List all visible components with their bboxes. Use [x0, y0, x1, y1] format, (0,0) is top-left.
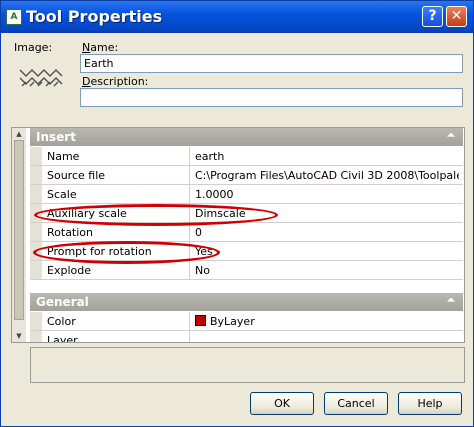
property-row-scale[interactable]: Scale 1.0000 — [30, 185, 463, 204]
color-value: ByLayer — [210, 315, 255, 328]
name-input[interactable]: Earth — [80, 54, 463, 73]
property-value[interactable]: ByLayer — [195, 315, 459, 328]
row-gutter — [30, 312, 42, 330]
section-title: General — [36, 295, 89, 309]
section-title: Insert — [36, 130, 76, 144]
column-divider — [189, 261, 190, 279]
name-label: Name: — [82, 41, 119, 54]
properties-grid: ▲ ▼ Insert ⏶ Name earth Source file C:\Pro… — [11, 127, 465, 343]
collapse-icon[interactable]: ⏶ — [444, 129, 458, 143]
column-divider — [189, 204, 190, 222]
row-gutter — [30, 166, 42, 184]
property-name: Name — [47, 150, 80, 163]
column-divider — [189, 242, 190, 260]
property-value[interactable]: Dimscale — [195, 207, 459, 220]
color-swatch — [195, 315, 206, 326]
property-row-auxiliary-scale[interactable]: Auxiliary scale Dimscale — [30, 204, 463, 223]
window-title: Tool Properties — [26, 7, 163, 26]
row-gutter — [30, 331, 42, 342]
property-name: Source file — [47, 169, 106, 182]
property-name: Color — [47, 315, 76, 328]
property-row-color[interactable]: Color ByLayer — [30, 312, 463, 331]
property-value[interactable]: Yes — [195, 245, 459, 258]
row-gutter — [30, 242, 42, 260]
property-row-explode[interactable]: Explode No — [30, 261, 463, 280]
column-divider — [189, 147, 190, 165]
scroll-thumb[interactable] — [14, 140, 24, 320]
property-name: Explode — [47, 264, 91, 277]
tool-properties-dialog: A Tool Properties ? ✕ Image: Name: Earth… — [0, 0, 474, 427]
property-row-rotation[interactable]: Rotation 0 — [30, 223, 463, 242]
column-divider — [189, 331, 190, 342]
vertical-scrollbar[interactable]: ▲ ▼ — [12, 128, 26, 342]
help-title-button[interactable]: ? — [422, 6, 443, 27]
description-input[interactable] — [80, 88, 463, 107]
property-name: Auxiliary scale — [47, 207, 127, 220]
property-name: Prompt for rotation — [47, 245, 152, 258]
scroll-up-icon[interactable]: ▲ — [13, 129, 25, 139]
property-name: Scale — [47, 188, 77, 201]
collapse-icon[interactable]: ⏶ — [444, 294, 458, 308]
section-header-insert[interactable]: Insert ⏶ — [30, 128, 463, 146]
column-divider — [189, 312, 190, 330]
autocad-tool-icon: A — [6, 9, 22, 25]
property-row-name[interactable]: Name earth — [30, 147, 463, 166]
scroll-down-icon[interactable]: ▼ — [13, 331, 25, 341]
row-gutter — [30, 261, 42, 279]
column-divider — [189, 166, 190, 184]
property-value[interactable]: No — [195, 264, 459, 277]
property-value[interactable]: ... — [195, 334, 459, 342]
section-header-general[interactable]: General ⏶ — [30, 293, 463, 311]
property-row-prompt-for-rotation[interactable]: Prompt for rotation Yes — [30, 242, 463, 261]
property-description-area — [30, 347, 465, 383]
column-divider — [189, 185, 190, 203]
property-value[interactable]: 1.0000 — [195, 188, 459, 201]
property-name: Rotation — [47, 226, 94, 239]
property-value[interactable]: earth — [195, 150, 459, 163]
column-divider — [189, 223, 190, 241]
property-value[interactable]: C:\Program Files\AutoCAD Civil 3D 2008\T… — [195, 169, 459, 182]
row-gutter — [30, 223, 42, 241]
hatch-pattern-icon — [19, 68, 63, 87]
property-name: Layer — [47, 334, 78, 343]
property-row-source-file[interactable]: Source file C:\Program Files\AutoCAD Civi… — [30, 166, 463, 185]
image-label: Image: — [14, 41, 53, 54]
row-gutter — [30, 147, 42, 165]
title-bar[interactable]: A Tool Properties ? ✕ — [1, 1, 473, 33]
property-value[interactable]: 0 — [195, 226, 459, 239]
row-gutter — [30, 185, 42, 203]
description-label: Description: — [82, 75, 149, 88]
close-button[interactable]: ✕ — [446, 6, 467, 27]
help-button[interactable]: Help — [398, 392, 462, 415]
row-gutter — [30, 204, 42, 222]
property-row-layer[interactable]: Layer... — [30, 331, 463, 343]
cancel-button[interactable]: Cancel — [324, 392, 388, 415]
ok-button[interactable]: OK — [250, 392, 314, 415]
